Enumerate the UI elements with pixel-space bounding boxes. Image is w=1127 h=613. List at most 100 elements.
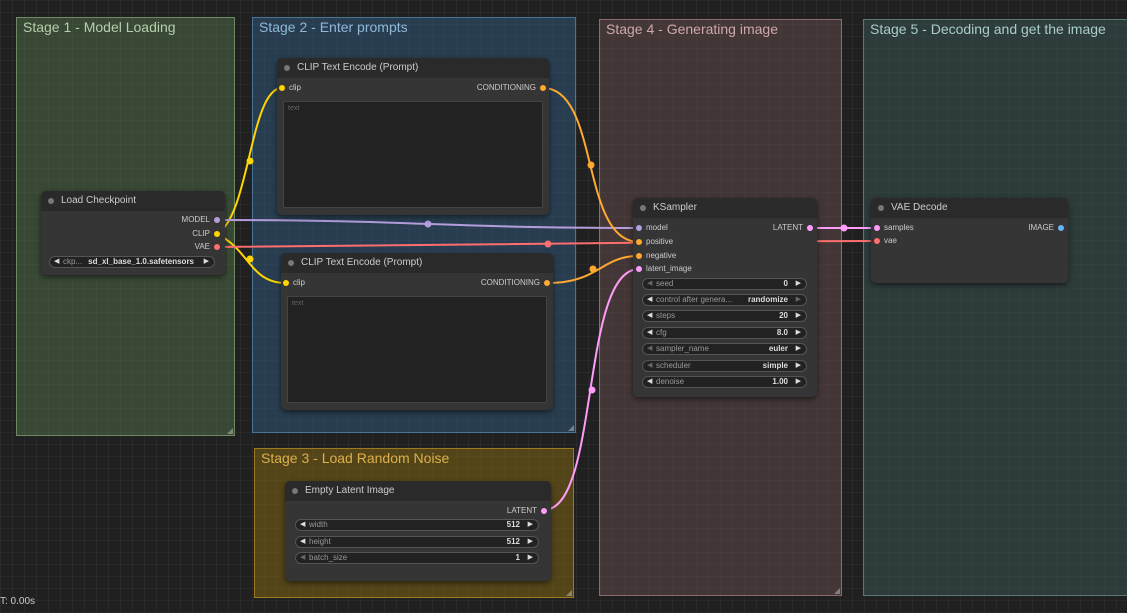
- increment-arrow-icon[interactable]: ▶: [528, 520, 533, 530]
- output-label: CONDITIONING: [476, 83, 536, 92]
- seed-number-widget[interactable]: ◀ seed 0 ▶: [642, 278, 807, 290]
- increment-arrow-icon[interactable]: ▶: [796, 344, 801, 354]
- input-clip[interactable]: clip: [283, 277, 305, 289]
- decrement-arrow-icon[interactable]: ◀: [647, 377, 652, 387]
- output-socket-icon[interactable]: [1058, 225, 1064, 231]
- node-title-text: KSampler: [653, 202, 697, 213]
- scheduler-combo[interactable]: ◀ scheduler simple ▶: [642, 360, 807, 372]
- output-image[interactable]: IMAGE: [1028, 222, 1064, 234]
- output-clip[interactable]: CLIP: [192, 228, 220, 240]
- decrement-arrow-icon[interactable]: ◀: [647, 344, 652, 354]
- output-socket-icon[interactable]: [544, 280, 550, 286]
- decrement-arrow-icon[interactable]: ◀: [300, 537, 305, 547]
- input-model[interactable]: model: [636, 222, 668, 234]
- widget-label: denoise: [656, 377, 685, 386]
- node-title[interactable]: Load Checkpoint: [41, 191, 225, 211]
- decrement-arrow-icon[interactable]: ◀: [647, 279, 652, 289]
- decrement-arrow-icon[interactable]: ◀: [647, 361, 652, 371]
- decrement-arrow-icon[interactable]: ◀: [300, 553, 305, 563]
- output-socket-icon[interactable]: [214, 217, 220, 223]
- input-label: samples: [884, 223, 914, 232]
- increment-arrow-icon[interactable]: ▶: [796, 377, 801, 387]
- decrement-arrow-icon[interactable]: ◀: [647, 295, 652, 305]
- input-positive[interactable]: positive: [636, 236, 673, 248]
- collapse-dot-icon[interactable]: [48, 198, 54, 204]
- node-title[interactable]: Empty Latent Image: [285, 481, 551, 501]
- node-title[interactable]: KSampler: [633, 198, 817, 218]
- input-samples[interactable]: samples: [874, 222, 914, 234]
- input-socket-icon[interactable]: [636, 239, 642, 245]
- prompt-textarea[interactable]: text: [287, 296, 547, 403]
- output-model[interactable]: MODEL: [182, 214, 220, 226]
- collapse-dot-icon[interactable]: [284, 65, 290, 71]
- node-links: [216, 87, 878, 511]
- decrement-arrow-icon[interactable]: ◀: [647, 311, 652, 321]
- input-latent-image[interactable]: latent_image: [636, 263, 692, 275]
- output-label: IMAGE: [1028, 223, 1054, 232]
- output-socket-icon[interactable]: [214, 231, 220, 237]
- cfg-number-widget[interactable]: ◀ cfg 8.0 ▶: [642, 327, 807, 339]
- increment-arrow-icon[interactable]: ▶: [796, 328, 801, 338]
- input-label: clip: [293, 278, 306, 287]
- widget-value: 512: [506, 537, 520, 546]
- collapse-dot-icon[interactable]: [640, 205, 646, 211]
- output-socket-icon[interactable]: [214, 244, 220, 250]
- node-empty-latent-image[interactable]: Empty Latent Image LATENT ◀ width 512 ▶ …: [285, 481, 551, 581]
- node-vae-decode[interactable]: VAE Decode samples vae IMAGE: [871, 198, 1068, 283]
- node-title[interactable]: CLIP Text Encode (Prompt): [281, 253, 553, 273]
- node-clip-text-encode-negative[interactable]: CLIP Text Encode (Prompt) clip CONDITION…: [281, 253, 553, 410]
- output-latent[interactable]: LATENT: [507, 505, 547, 517]
- node-load-checkpoint[interactable]: Load Checkpoint MODEL CLIP VAE ◀ ckp... …: [41, 191, 225, 275]
- widget-value: euler: [768, 344, 788, 353]
- prompt-textarea[interactable]: text: [283, 101, 543, 208]
- input-vae[interactable]: vae: [874, 235, 897, 247]
- increment-arrow-icon[interactable]: ▶: [796, 295, 801, 305]
- output-conditioning[interactable]: CONDITIONING: [477, 82, 546, 94]
- decrement-arrow-icon[interactable]: ◀: [54, 257, 59, 267]
- output-vae[interactable]: VAE: [195, 241, 220, 253]
- input-socket-icon[interactable]: [636, 266, 642, 272]
- input-negative[interactable]: negative: [636, 250, 676, 262]
- output-conditioning[interactable]: CONDITIONING: [481, 277, 550, 289]
- widget-label: seed: [656, 279, 674, 288]
- output-socket-icon[interactable]: [807, 225, 813, 231]
- widget-value: 0: [783, 279, 788, 288]
- height-number-widget[interactable]: ◀ height 512 ▶: [295, 536, 539, 548]
- ckpt-name-combo[interactable]: ◀ ckp... sd_xl_base_1.0.safetensors ▶: [49, 256, 215, 268]
- sampler-name-combo[interactable]: ◀ sampler_name euler ▶: [642, 343, 807, 355]
- input-clip[interactable]: clip: [279, 82, 301, 94]
- collapse-dot-icon[interactable]: [288, 260, 294, 266]
- denoise-number-widget[interactable]: ◀ denoise 1.00 ▶: [642, 376, 807, 388]
- node-ksampler[interactable]: KSampler model positive negative latent_…: [633, 198, 817, 397]
- increment-arrow-icon[interactable]: ▶: [796, 311, 801, 321]
- input-socket-icon[interactable]: [283, 280, 289, 286]
- node-title[interactable]: VAE Decode: [871, 198, 1068, 218]
- output-socket-icon[interactable]: [541, 508, 547, 514]
- input-socket-icon[interactable]: [874, 225, 880, 231]
- decrement-arrow-icon[interactable]: ◀: [300, 520, 305, 530]
- control-after-generate-combo[interactable]: ◀ control after genera... randomize ▶: [642, 294, 807, 306]
- input-socket-icon[interactable]: [874, 238, 880, 244]
- increment-arrow-icon[interactable]: ▶: [204, 257, 209, 267]
- increment-arrow-icon[interactable]: ▶: [528, 553, 533, 563]
- output-socket-icon[interactable]: [540, 85, 546, 91]
- output-latent[interactable]: LATENT: [773, 222, 813, 234]
- widget-value: sd_xl_base_1.0.safetensors: [88, 257, 194, 266]
- increment-arrow-icon[interactable]: ▶: [528, 537, 533, 547]
- node-title[interactable]: CLIP Text Encode (Prompt): [277, 58, 549, 78]
- input-socket-icon[interactable]: [279, 85, 285, 91]
- input-socket-icon[interactable]: [636, 225, 642, 231]
- steps-number-widget[interactable]: ◀ steps 20 ▶: [642, 310, 807, 322]
- increment-arrow-icon[interactable]: ▶: [796, 361, 801, 371]
- input-socket-icon[interactable]: [636, 253, 642, 259]
- node-clip-text-encode-positive[interactable]: CLIP Text Encode (Prompt) clip CONDITION…: [277, 58, 549, 215]
- output-label: VAE: [194, 242, 210, 251]
- width-number-widget[interactable]: ◀ width 512 ▶: [295, 519, 539, 531]
- decrement-arrow-icon[interactable]: ◀: [647, 328, 652, 338]
- collapse-dot-icon[interactable]: [878, 205, 884, 211]
- output-label: LATENT: [772, 223, 803, 232]
- increment-arrow-icon[interactable]: ▶: [796, 279, 801, 289]
- collapse-dot-icon[interactable]: [292, 488, 298, 494]
- widget-label: control after genera...: [656, 295, 733, 304]
- batch-size-number-widget[interactable]: ◀ batch_size 1 ▶: [295, 552, 539, 564]
